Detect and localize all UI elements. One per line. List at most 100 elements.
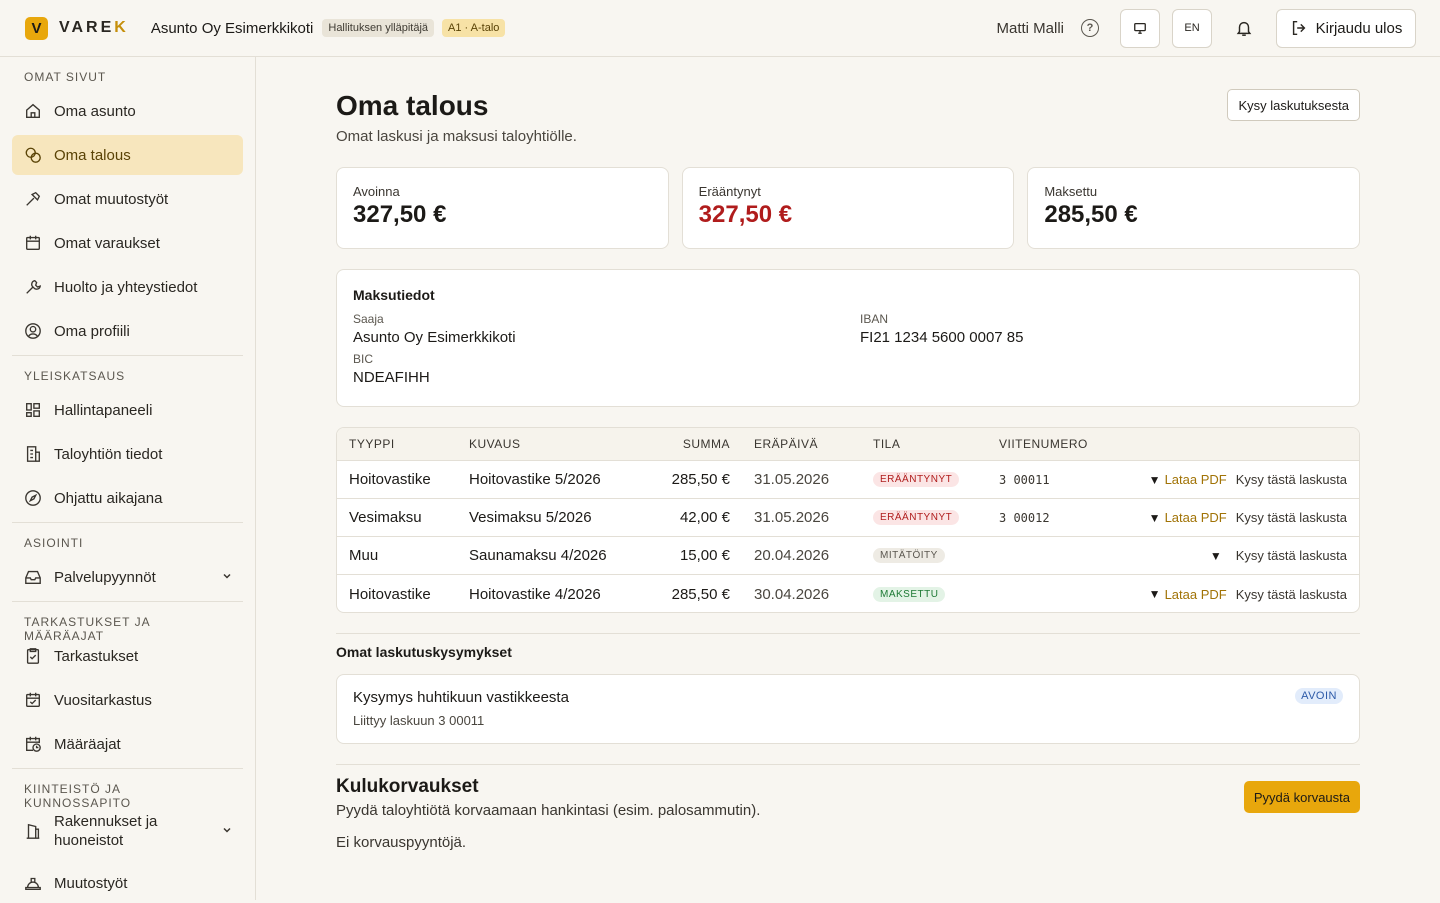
download-pdf-link[interactable]: Lataa PDF <box>1165 472 1227 487</box>
sidebar-item-oma-talous[interactable]: Oma talous <box>12 135 243 175</box>
iban-label: IBAN <box>860 312 889 326</box>
cell-reference: 3 00011 <box>999 472 1050 487</box>
monitor-icon <box>1134 22 1146 34</box>
calendar-check-icon <box>24 691 42 709</box>
expand-triangle-icon[interactable]: ▼ <box>1149 587 1161 601</box>
bic-value[interactable]: NDEAFIHH <box>353 369 430 386</box>
request-reimbursement-button[interactable]: Pyydä korvausta <box>1243 781 1360 813</box>
building-icon <box>24 445 42 463</box>
logout-button[interactable]: Kirjaudu ulos <box>1276 8 1416 48</box>
language-button[interactable]: EN <box>1172 8 1212 48</box>
payment-info-card: Maksutiedot Saaja Asunto Oy Esimerkkikot… <box>336 269 1360 407</box>
sidebar-section-title: OMAT SIVUT <box>24 70 107 84</box>
hammer-icon <box>24 190 42 208</box>
sidebar-item-omat-varaukset[interactable]: Omat varaukset <box>12 223 243 263</box>
expenses-subtitle: Pyydä taloyhtiötä korvaamaan hankintasi … <box>336 802 761 819</box>
sidebar-item-palvelupyynnot[interactable]: Palvelupyynnöt <box>12 557 243 597</box>
sidebar-item-oma-asunto[interactable]: Oma asunto <box>12 91 243 131</box>
sidebar-item-muutostyot[interactable]: Muutostyöt <box>12 863 243 903</box>
status-badge: MAKSETTU <box>873 586 946 602</box>
sidebar-section-title: YLEISKATSAUS <box>24 369 126 383</box>
row-actions: ▼ Kysy tästä laskusta <box>1210 537 1347 574</box>
sidebar-item-label: Määräajat <box>54 735 121 753</box>
expand-triangle-icon[interactable]: ▼ <box>1149 511 1161 525</box>
sidebar-item-vuositarkastus[interactable]: Vuositarkastus <box>12 680 243 720</box>
page-title: Oma talous <box>336 90 489 121</box>
stat-label: Avoinna <box>353 184 400 199</box>
sidebar-item-label: Taloyhtiön tiedot <box>54 445 163 463</box>
invoices-table: TYYPPI KUVAUS SUMMA ERÄPÄIVÄ TILA VIITEN… <box>336 427 1360 613</box>
column-header-amount: SUMMA <box>682 437 730 451</box>
sidebar-item-label: Huolto ja yhteystiedot <box>54 278 198 296</box>
cell-type: Hoitovastike <box>349 471 431 488</box>
cell-description: Vesimaksu 5/2026 <box>469 509 592 526</box>
compass-icon <box>24 489 42 507</box>
calendar-icon <box>24 234 42 252</box>
help-icon[interactable]: ? <box>1081 19 1099 37</box>
sidebar-item-rakennukset[interactable]: Rakennukset ja huoneistot <box>12 803 243 859</box>
chevron-down-icon[interactable] <box>221 822 233 841</box>
cell-due-date: 30.04.2026 <box>754 585 830 603</box>
cell-type: Vesimaksu <box>349 509 422 526</box>
stat-card-overdue: Erääntynyt 327,50 € <box>681 167 1015 249</box>
status-cell: MITÄTÖITY <box>873 537 945 574</box>
sidebar-item-label: Oma asunto <box>54 102 136 120</box>
status-cell: ERÄÄNTYNYT <box>873 499 960 536</box>
billing-question-card[interactable]: Kysymys huhtikuun vastikkeesta Liittyy l… <box>336 674 1360 744</box>
status-badge: AVOIN <box>1295 688 1343 704</box>
ask-invoice-link[interactable]: Kysy tästä laskusta <box>1236 510 1347 525</box>
display-mode-button[interactable] <box>1120 8 1160 48</box>
expand-triangle-icon[interactable]: ▼ <box>1210 549 1222 563</box>
sidebar-item-taloyhtion-tiedot[interactable]: Taloyhtiön tiedot <box>12 434 243 474</box>
apartment-badge: A1 · A-talo <box>442 19 506 37</box>
cell-amount: 42,00 € <box>679 509 730 526</box>
stat-label: Erääntynyt <box>698 184 761 199</box>
section-divider <box>336 633 1360 634</box>
notifications-button[interactable] <box>1224 9 1264 48</box>
recipient-label: Saaja <box>353 312 384 326</box>
top-bar: V VAREK Asunto Oy Esimerkkikoti Hallituk… <box>0 0 1440 57</box>
status-badge: ERÄÄNTYNYT <box>873 472 960 487</box>
cell-due-date: 20.04.2026 <box>754 547 830 564</box>
bic-label: BIC <box>353 352 374 366</box>
dashboard-icon <box>24 401 42 419</box>
table-row: Vesimaksu Vesimaksu 5/2026 42,00 € 31.05… <box>337 499 1359 537</box>
sidebar-item-huolto[interactable]: Huolto ja yhteystiedot <box>12 267 243 307</box>
download-pdf-link[interactable]: Lataa PDF <box>1165 587 1227 602</box>
logout-label: Kirjaudu ulos <box>1315 19 1403 37</box>
sidebar-item-label: Omat varaukset <box>54 234 160 252</box>
ask-invoice-link[interactable]: Kysy tästä laskusta <box>1236 548 1347 563</box>
download-pdf-link[interactable]: Lataa PDF <box>1165 510 1227 525</box>
ask-billing-button[interactable]: Kysy laskutuksesta <box>1227 89 1360 121</box>
building-door-icon <box>24 822 42 840</box>
stat-card-open: Avoinna 327,50 € <box>336 167 669 249</box>
sidebar-item-maaraajat[interactable]: Määräajat <box>12 724 243 764</box>
iban-value[interactable]: FI21 1234 5600 0007 85 <box>860 329 1023 346</box>
payment-info-title: Maksutiedot <box>353 287 435 303</box>
row-actions: ▼ Lataa PDF Kysy tästä laskusta <box>1149 575 1347 612</box>
expand-triangle-icon[interactable]: ▼ <box>1149 473 1161 487</box>
logo-text-accent: K <box>114 19 129 36</box>
user-name[interactable]: Matti Malli <box>996 20 1064 37</box>
sidebar-section-title: KIINTEISTÖ JA KUNNOSSAPITO <box>24 782 132 810</box>
sidebar-item-hallintapaneeli[interactable]: Hallintapaneeli <box>12 390 243 430</box>
logo-text: VAREK <box>59 19 129 37</box>
expenses-empty-text: Ei korvauspyyntöjä. <box>336 834 467 851</box>
logo[interactable]: V VAREK <box>25 16 129 40</box>
column-header-description: KUVAUS <box>469 437 521 451</box>
stat-card-paid: Maksettu 285,50 € <box>1027 167 1361 249</box>
cell-due-date: 31.05.2026 <box>754 509 830 526</box>
cell-amount: 285,50 € <box>671 585 730 603</box>
chevron-down-icon[interactable] <box>221 569 233 586</box>
ask-invoice-link[interactable]: Kysy tästä laskusta <box>1236 587 1347 602</box>
stats-row: Avoinna 327,50 € Erääntynyt 327,50 € Mak… <box>336 167 1361 249</box>
sidebar-item-oma-profiili[interactable]: Oma profiili <box>12 311 243 351</box>
sidebar-item-label: Omat muutostyöt <box>54 190 169 208</box>
column-header-type: TYYPPI <box>349 437 395 451</box>
home-icon <box>24 102 42 120</box>
sidebar: OMAT SIVUT Oma asunto Oma talous Omat mu… <box>0 57 256 900</box>
cell-amount: 15,00 € <box>679 547 730 564</box>
sidebar-item-omat-muutostyot[interactable]: Omat muutostyöt <box>12 179 243 219</box>
sidebar-item-ohjattu-aikajana[interactable]: Ohjattu aikajana <box>12 478 243 518</box>
ask-invoice-link[interactable]: Kysy tästä laskusta <box>1236 472 1347 487</box>
